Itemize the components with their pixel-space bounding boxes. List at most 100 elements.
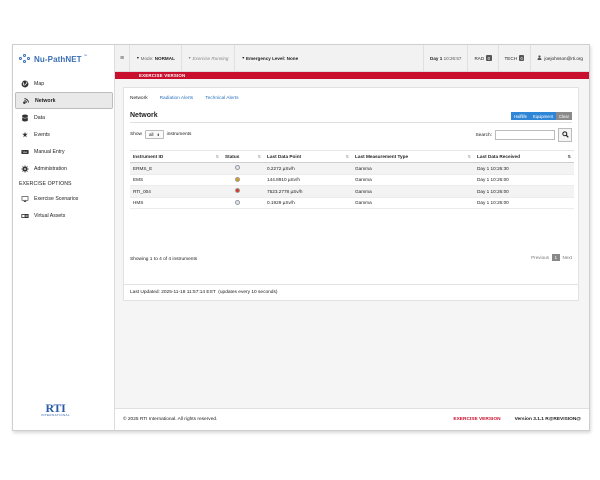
copyright-text: © 2025 RTI International. All rights res… <box>123 417 218 422</box>
sidebar-item-label: Exercise Scenarios <box>34 195 79 202</box>
main-content: Network Radiation Alerts Technical Alert… <box>115 79 589 430</box>
sidebar-item-virtual-assets[interactable]: Virtual Assets <box>15 207 113 224</box>
next-page-button[interactable]: Next <box>563 255 572 260</box>
footer: © 2025 RTI International. All rights res… <box>115 408 589 430</box>
side-nav: Map Network Data Events Manual Entry Adm… <box>15 75 113 224</box>
search-button[interactable] <box>558 128 572 142</box>
emergency-level-dropdown[interactable]: ▼ Emergency Level: None <box>235 45 304 71</box>
cell-last-data-point: 7523.2778 µSv/h <box>264 185 352 198</box>
sidebar-item-exercise-scenarios[interactable]: Exercise Scenarios <box>15 190 113 207</box>
sidebar-item-manual-entry[interactable]: Manual Entry <box>15 143 113 160</box>
cell-measurement-type: Gamma <box>352 197 474 209</box>
mode-value: NORMAL <box>154 55 175 61</box>
cell-instrument-id: ERMS_E <box>130 162 222 175</box>
page-length-control: Show all ⬍ instruments <box>130 130 191 139</box>
search-control: Search: <box>475 128 572 142</box>
sidebar-item-events[interactable]: Events <box>15 126 113 143</box>
show-suffix: instruments <box>166 132 192 137</box>
sidebar-item-label: Data <box>34 114 45 121</box>
table-row[interactable]: RTI_004 7523.2778 µSv/h Gamma Day 1 10:2… <box>130 185 574 198</box>
rti-logo-subtext: INTERNATIONAL <box>41 413 70 417</box>
search-input[interactable] <box>495 130 555 140</box>
logo-icon <box>19 54 32 64</box>
status-indicator-icon <box>235 188 240 194</box>
page-length-select[interactable]: all ⬍ <box>145 130 164 139</box>
sidebar-item-label: Network <box>35 97 56 104</box>
app-logo[interactable]: Nu-PathNET ™ <box>19 54 87 64</box>
sidebar-item-label: Administration <box>34 165 67 172</box>
table-row[interactable]: ERMS_E 0.2272 µSv/h Gamma Day 1 10:26:30 <box>130 162 574 175</box>
sidebar-item-map[interactable]: Map <box>15 75 113 92</box>
tech-label: TECH <box>504 55 518 61</box>
rad-alerts-counter[interactable]: RAD 0 <box>468 45 499 71</box>
section-heading-exercise-options: EXERCISE OPTIONS <box>19 180 72 187</box>
status-indicator-icon <box>235 165 240 171</box>
column-header-instrument-id[interactable]: Instrument ID ⇅ <box>130 150 222 163</box>
clear-button[interactable]: Clear <box>555 112 572 120</box>
logo-trademark: ™ <box>83 54 88 58</box>
mode-dropdown[interactable]: ▼ Mode: NORMAL <box>130 45 182 71</box>
logo-text: Nu-PathNET <box>34 54 82 64</box>
column-header-status[interactable]: Status ⇅ <box>222 150 264 163</box>
column-header-label: Status <box>225 154 240 159</box>
cell-instrument-id: RTI_004 <box>130 185 222 198</box>
tech-alerts-counter[interactable]: TECH 0 <box>499 45 532 71</box>
column-header-last-data-point[interactable]: Last Data Point ⇅ <box>264 150 352 163</box>
table-row[interactable]: EMS 144.8910 µSv/h Gamma Day 1 10:26:00 <box>130 174 574 186</box>
day-label: Day 1 <box>430 55 443 61</box>
cell-status <box>222 162 264 175</box>
halflife-button[interactable]: Halflife <box>511 112 530 120</box>
cell-last-data-point: 0.2272 µSv/h <box>264 162 352 175</box>
previous-page-button[interactable]: Previous <box>531 255 549 260</box>
tab-technical-alerts[interactable]: Technical Alerts <box>205 96 238 104</box>
sidebar-item-data[interactable]: Data <box>15 109 113 126</box>
search-icon <box>561 130 569 140</box>
cell-last-received: Day 1 10:26:00 <box>474 174 574 186</box>
sort-desc-icon: ⇅ <box>567 154 571 159</box>
day-clock: Day 1 10:26:57 <box>423 45 469 71</box>
gear-icon <box>21 164 29 173</box>
cell-status <box>222 185 264 198</box>
network-panel: Network Radiation Alerts Technical Alert… <box>123 87 579 285</box>
last-updated-text: Last Updated: 2025-11-18 11:57:14 EST (u… <box>130 290 278 295</box>
cell-last-data-point: 144.8910 µSv/h <box>264 174 352 186</box>
page-length-value: all <box>149 132 154 137</box>
instruments-table: Instrument ID ⇅ Status ⇅ Last Data Point ⇅ … <box>130 150 574 209</box>
equipment-button[interactable]: Equipment <box>529 112 556 120</box>
cell-last-received: Day 1 10:26:00 <box>474 197 574 209</box>
column-header-last-data-received[interactable]: Last Data Received ⇅ <box>474 150 574 163</box>
cell-last-received: Day 1 10:26:00 <box>474 185 574 198</box>
clock-time: 10:26:57 <box>443 55 462 61</box>
sidebar-item-administration[interactable]: Administration <box>15 160 113 177</box>
cell-status <box>222 197 264 209</box>
sort-icon: ⇅ <box>467 154 471 159</box>
database-icon <box>21 114 29 122</box>
sidebar-item-label: Map <box>34 80 45 87</box>
tab-radiation-alerts[interactable]: Radiation Alerts <box>160 96 194 104</box>
network-icon <box>22 97 30 105</box>
user-menu[interactable]: joejohnson@rti.org <box>531 45 589 71</box>
rad-count-badge: 0 <box>486 55 492 61</box>
exercise-version-banner: EXERCISE VERSION <box>115 72 589 79</box>
sidebar-item-label: Manual Entry <box>34 148 65 155</box>
version-text: Version 3.1.1 R@REVISION@ <box>514 417 581 422</box>
rti-logo: RTI INTERNATIONAL <box>41 402 70 417</box>
current-page-button[interactable]: 1 <box>551 254 560 261</box>
menu-toggle-icon[interactable]: ≡ <box>115 45 131 71</box>
user-email: joejohnson@rti.org <box>544 55 583 61</box>
tech-count-badge: 0 <box>519 55 525 61</box>
tab-network[interactable]: Network <box>130 96 148 104</box>
column-header-label: Last Data Point <box>267 154 302 159</box>
exercise-status: Exercise Running <box>192 55 229 61</box>
exercise-status-dropdown[interactable]: ▼ Exercise Running <box>182 45 236 71</box>
column-header-last-measurement-type[interactable]: Last Measurement Type ⇅ <box>352 150 474 163</box>
table-row[interactable]: HMS 0.1929 µSv/h Gamma Day 1 10:26:00 <box>130 197 574 209</box>
tab-bar: Network Radiation Alerts Technical Alert… <box>130 96 239 104</box>
sidebar-item-network[interactable]: Network <box>15 92 113 109</box>
panel-title: Network <box>130 112 158 119</box>
keyboard-icon <box>21 148 29 156</box>
sidebar-item-label: Virtual Assets <box>34 212 66 219</box>
chevron-down-icon: ▼ <box>187 56 192 60</box>
monitor-icon <box>21 195 29 203</box>
chevron-down-icon: ▼ <box>241 56 246 60</box>
